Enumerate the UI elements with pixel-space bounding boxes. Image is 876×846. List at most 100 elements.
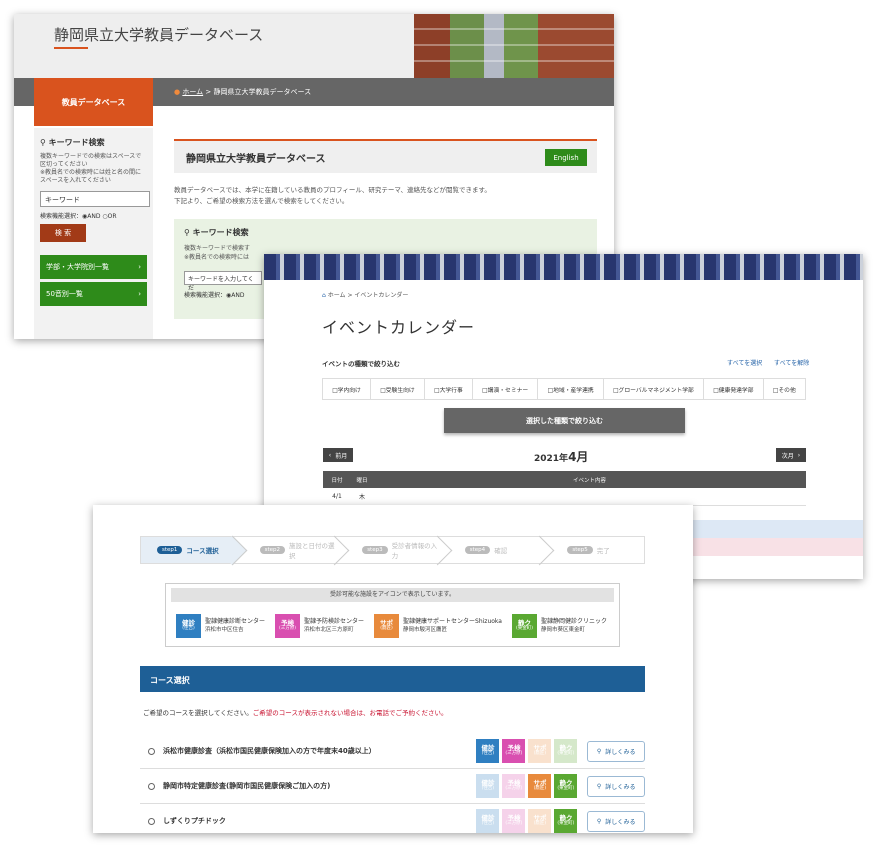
breadcrumb-separator: > [203, 88, 214, 96]
detail-button[interactable]: ⚲ 詳しくみる [587, 810, 645, 832]
clear-all-link[interactable]: すべてを解除 [774, 358, 809, 367]
step-2: step2 施設と日付の選択 [233, 536, 337, 564]
auditorium-photo [264, 254, 863, 280]
category-checkbox[interactable]: □受験生向け [371, 379, 425, 399]
search-icon: ⚲ [596, 747, 602, 755]
facility-name: 聖隷健康サポートセンターShizuoka 静岡市駿河区鷹匠 [403, 618, 502, 633]
sidebar: ⚲ キーワード検索 複数キーワードでの検索はスペースで区切ってください ※教員名で… [34, 128, 153, 339]
facility-item: 予検 (三方原) 聖隷予防検診センター 浜松市北区三方原町 [275, 614, 364, 638]
search-icon: ⚲ [596, 817, 602, 825]
step-1: step1 コース選択 [140, 536, 234, 564]
facility-name: 聖隷静岡健診クリニック 静岡市葵区東金町 [540, 618, 607, 633]
course-name: しずくりプチドック [162, 817, 226, 825]
detail-button[interactable]: ⚲ 詳しくみる [587, 740, 645, 762]
column-header: イベント内容 [572, 477, 606, 484]
chevron-right-icon: › [797, 451, 801, 459]
facility-name: 聖隷予防検診センター 浜松市北区三方原町 [304, 618, 365, 633]
calendar-header: 日付 曜日 イベント内容 [323, 471, 806, 488]
keyword-search-help: 複数キーワードでの検索はスペースで区切ってください ※教員名での検索時には姓と名の… [40, 153, 142, 185]
facility-badge: サポ (鷹匠) [528, 774, 552, 798]
row-date: 4/1 [332, 493, 342, 500]
facility-badge: 静ク (東金町) [554, 774, 578, 798]
step-indicator: step1 コース選択 step2 施設と日付の選択 step3 受診者情報の入力 s… [140, 536, 645, 564]
facility-badge: サポ (鷹匠) [528, 739, 552, 763]
breadcrumb: ● ホーム > 静岡県立大学教員データベース [174, 87, 311, 97]
facility-badge: サポ (鷹匠) [528, 809, 552, 833]
facility-badge: 予検 (三方原) [502, 774, 526, 798]
facility-badge: 静ク (東金町) [511, 614, 537, 638]
filter-button[interactable]: 選択した種類で絞り込む [444, 408, 685, 433]
kw-panel-title: ⚲ キーワード検索 [184, 228, 249, 238]
keyword-input[interactable]: キーワード [40, 191, 150, 208]
month-label: 2021年4月 [534, 450, 589, 464]
chevron-right-icon: › [138, 290, 141, 299]
category-checkbox[interactable]: □グローバルマネジメント学部 [604, 379, 705, 399]
kw-panel-input[interactable]: キーワードを入力してくだ [184, 271, 262, 292]
step-3: step3 受診者情報の入力 [336, 536, 439, 564]
faculty-list-link[interactable]: 学部・大学院別一覧 › [40, 255, 147, 280]
facility-badge: 健診 (住吉) [476, 809, 500, 833]
next-month-button[interactable]: 次月 › [776, 448, 806, 462]
category-checkbox[interactable]: □健康発達学部 [704, 379, 764, 399]
category-checkboxes: □学内向け □受験生向け □大学行事 □講演・セミナー □地域・産学連携 □グロ… [322, 378, 806, 400]
breadcrumb-current: 静岡県立大学教員データベース [213, 88, 312, 96]
facility-badge: 予検 (三方原) [502, 739, 526, 763]
facility-item: サポ (鷹匠) 聖隷健康サポートセンターShizuoka 静岡市駿河区鷹匠 [374, 614, 502, 638]
health-checkup-booking-screenshot: step1 コース選択 step2 施設と日付の選択 step3 受診者情報の入力 s… [93, 505, 693, 833]
facility-badge: 健診 (住吉) [176, 614, 201, 638]
page-heading: 静岡県立大学教員データベース English [174, 139, 597, 173]
facility-legend: 受診可能な施設をアイコンで表示しています。 健診 (住吉) 聖隷健康診断センター 浜松… [165, 583, 620, 647]
course-row[interactable]: 浜松市健康診査（浜松市国民健康保険加入の方で年度末40歳以上） 健診 (住吉) 予検(… [140, 734, 645, 769]
facility-badge: 予検 (三方原) [502, 809, 526, 833]
column-header: 日付 [331, 477, 343, 484]
select-all-link[interactable]: すべてを選択 [727, 358, 762, 367]
breadcrumb-bar: 教員データベース ● ホーム > 静岡県立大学教員データベース [14, 78, 614, 126]
category-checkbox[interactable]: □学内向け [323, 379, 372, 399]
facility-badge: 静ク (東金町) [554, 809, 578, 833]
facility-note: 受診可能な施設をアイコンで表示しています。 [171, 588, 614, 602]
course-name: 静岡市特定健康診査(静岡市国民健康保険ご加入の方) [162, 782, 331, 790]
search-icon: ⚲ [184, 228, 193, 238]
english-button[interactable]: English [545, 149, 587, 166]
side-title: 教員データベース [34, 78, 153, 126]
section-title: コース選択 [140, 666, 645, 692]
detail-button[interactable]: ⚲ 詳しくみる [587, 775, 645, 797]
category-checkbox[interactable]: □大学行事 [425, 379, 473, 399]
facility-item: 健診 (住吉) 聖隷健康診断センター 浜松市中区住吉 [176, 614, 265, 638]
breadcrumb: ⌂ ホーム > イベントカレンダー [322, 292, 409, 299]
course-radio[interactable] [148, 782, 155, 790]
step-4: step4 確認 [438, 536, 542, 564]
course-row[interactable]: しずくりプチドック 健診 (住吉) 予検 (三方原) サポ (鷹匠) 静ク (東金町) ⚲ 詳しくみ… [140, 804, 645, 833]
search-icon: ⚲ [596, 782, 602, 790]
facility-badge: 静ク (東金町) [554, 739, 578, 763]
title-underline [54, 47, 88, 49]
course-radio[interactable] [148, 747, 155, 755]
course-radio[interactable] [148, 817, 155, 825]
facility-badge: 健診 (住吉) [476, 774, 500, 798]
row-day: 木 [358, 494, 365, 501]
campus-photo [414, 14, 614, 78]
table-row: 4/1 木 [323, 488, 806, 506]
page-title: イベントカレンダー [322, 318, 476, 337]
site-header: 静岡県立大学教員データベース [14, 14, 614, 78]
kana-list-link[interactable]: 50音別一覧 › [40, 282, 147, 307]
prev-month-button[interactable]: ‹ 前月 [323, 448, 353, 462]
chevron-right-icon: › [138, 263, 141, 272]
facility-badge: 健診 (住吉) [476, 739, 500, 763]
search-icon: ⚲ [40, 138, 49, 147]
facility-badge: 予検 (三方原) [275, 614, 301, 638]
category-checkbox[interactable]: □講演・セミナー [473, 379, 539, 399]
course-row[interactable]: 静岡市特定健康診査(静岡市国民健康保険ご加入の方) 健診 (住吉) 予検 (三方原) サポ… [140, 769, 645, 804]
category-checkbox[interactable]: □地域・産学連携 [538, 379, 604, 399]
intro-text: 教員データベースでは、本学に在籍している教員のプロフィール、研究テーマ、連絡先な… [174, 186, 491, 206]
facility-item: 静ク (東金町) 聖隷静岡健診クリニック 静岡市葵区東金町 [511, 614, 607, 638]
category-checkbox[interactable]: □その他 [764, 379, 805, 399]
breadcrumb-home-link[interactable]: ホーム [182, 88, 203, 96]
search-mode: 検索機能選択：◉AND ○OR [40, 213, 117, 221]
chevron-left-icon: ‹ [328, 451, 332, 459]
facility-badge: サポ (鷹匠) [374, 614, 400, 638]
step-5: step5 完了 [541, 536, 645, 564]
search-button[interactable]: 検 索 [40, 224, 86, 243]
filter-label: イベントの種類で絞り込む [322, 360, 400, 368]
lead-text: ご希望のコースを選択してください。ご希望のコースが表示されない場合は、お電話でご… [143, 709, 448, 717]
